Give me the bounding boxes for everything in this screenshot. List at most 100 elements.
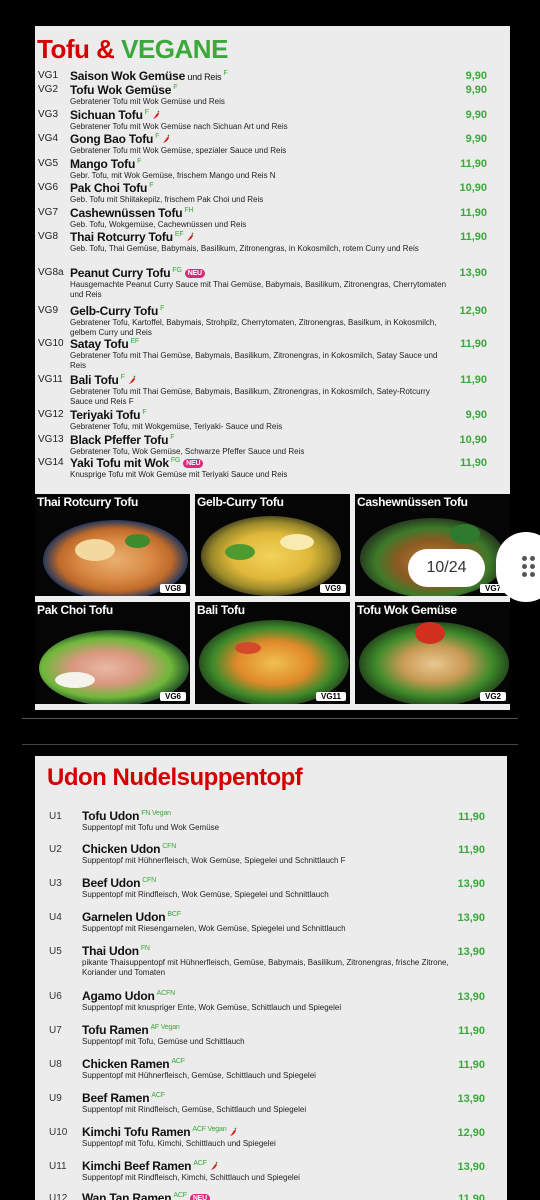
item-name: Thai Rotcurry Tofu EF bbox=[70, 230, 195, 244]
chili-pepper-icon bbox=[152, 110, 160, 119]
item-code: VG1 bbox=[38, 70, 59, 81]
allergen-codes: CFN bbox=[162, 843, 177, 850]
item-name-text: Tofu Udon bbox=[82, 809, 140, 823]
more-vert-dots-icon[interactable] bbox=[522, 556, 536, 578]
item-description: Suppentopf mit Tofu und Wok Gemüse bbox=[82, 823, 220, 832]
item-name: Thai Udon FN bbox=[82, 944, 150, 958]
item-code: U1 bbox=[49, 811, 62, 822]
photo-tag: VG9 bbox=[319, 584, 346, 593]
item-name-text: Gong Bao Tofu bbox=[70, 132, 154, 146]
item-code: VG5 bbox=[38, 158, 59, 169]
item-name: Garnelen Udon BCF bbox=[82, 910, 181, 924]
allergen-codes: EF bbox=[174, 231, 184, 238]
allergen-codes: ACF bbox=[151, 1092, 165, 1099]
item-description: Geb. Tofu mit Shiitakepilz, frischem Pak… bbox=[70, 195, 264, 204]
allergen-codes: FG bbox=[172, 267, 182, 274]
page-divider bbox=[22, 718, 518, 719]
item-description: Gebratener Tofu mit Thai Gemüse, Babymai… bbox=[70, 351, 438, 370]
item-price: 13,90 bbox=[457, 1093, 485, 1105]
item-name: Sichuan Tofu F bbox=[70, 108, 161, 122]
photo-title: Pak Choi Tofu bbox=[37, 603, 113, 617]
item-name: Black Pfeffer Tofu F bbox=[70, 433, 174, 447]
item-name-text: Sichuan Tofu bbox=[70, 108, 143, 122]
item-code: VG13 bbox=[38, 434, 64, 445]
item-price: 13,90 bbox=[459, 267, 487, 279]
item-price: 11,90 bbox=[460, 207, 487, 219]
item-description: Gebratener Tofu mit Wok Gemüse, speziale… bbox=[70, 146, 287, 155]
photo-gelb-curry-tofu[interactable]: Gelb-Curry Tofu VG9 bbox=[195, 494, 350, 596]
allergen-codes: FN bbox=[140, 945, 150, 952]
item-price: 12,90 bbox=[457, 1127, 485, 1139]
item-code: U11 bbox=[49, 1161, 67, 1172]
item-name-text: Kimchi Beef Ramen bbox=[82, 1159, 192, 1173]
photo-bali-tofu[interactable]: Bali Tofu VG11 bbox=[195, 602, 350, 704]
item-code: VG8a bbox=[38, 267, 64, 278]
item-description: Suppentopf mit knuspriger Ente, Wok Gemü… bbox=[82, 1003, 342, 1012]
item-name-text: Thai Udon bbox=[82, 944, 139, 958]
photo-tofu-wok-gemuese[interactable]: Tofu Wok Gemüse VG2 bbox=[355, 602, 510, 704]
photo-thai-rotcurry-tofu[interactable]: Thai Rotcurry Tofu VG8 bbox=[35, 494, 190, 596]
item-description: Suppentopf mit Rindfleisch, Wok Gemüse, … bbox=[82, 890, 329, 899]
allergen-codes: F bbox=[137, 158, 142, 165]
item-name: Mango Tofu F bbox=[70, 157, 141, 171]
new-badge: NEU bbox=[189, 1194, 211, 1200]
item-name: Kimchi Tofu Ramen ACF Vegan bbox=[82, 1125, 238, 1139]
photo-title: Tofu Wok Gemüse bbox=[357, 603, 457, 617]
item-description: Hausgemachte Peanut Curry Sauce mit Thai… bbox=[70, 280, 447, 299]
item-name: Beef Ramen ACF bbox=[82, 1091, 165, 1105]
photo-title: Cashewnüssen Tofu bbox=[357, 495, 468, 509]
item-name: Wan Tan Ramen ACF NEU bbox=[82, 1191, 211, 1200]
photo-tag: VG11 bbox=[315, 692, 346, 701]
item-name: Teriyaki Tofu F bbox=[70, 408, 147, 422]
item-name: Chicken Ramen ACF bbox=[82, 1057, 185, 1071]
photo-tag: VG8 bbox=[159, 584, 186, 593]
item-name-text: Saison Wok Gemüse bbox=[70, 69, 186, 83]
allergen-codes: ACF bbox=[173, 1192, 187, 1199]
allergen-codes: F bbox=[170, 434, 175, 441]
item-price: 11,90 bbox=[460, 231, 487, 243]
item-code: VG11 bbox=[38, 374, 63, 385]
item-code: VG12 bbox=[38, 409, 64, 420]
item-price: 11,90 bbox=[460, 158, 487, 170]
item-name-text: Agamo Udon bbox=[82, 989, 155, 1003]
item-description: Suppentopf mit Tofu, Kimchi, Schittlauch… bbox=[82, 1139, 276, 1148]
item-name-text: Thai Rotcurry Tofu bbox=[70, 230, 173, 244]
allergen-codes: BCF bbox=[167, 911, 181, 918]
item-price: 9,90 bbox=[465, 70, 487, 82]
item-description: Geb. Tofu, Wokgemüse, Cachewnüssen und R… bbox=[70, 220, 247, 229]
item-price: 13,90 bbox=[457, 912, 485, 924]
allergen-codes: F bbox=[173, 84, 178, 91]
item-code: U9 bbox=[49, 1093, 62, 1104]
item-description: Knusprige Tofu mit Wok Gemüse mit Teriya… bbox=[70, 470, 288, 479]
item-name-text: Satay Tofu bbox=[70, 337, 129, 351]
new-badge: NEU bbox=[183, 459, 204, 468]
item-code: U7 bbox=[49, 1025, 62, 1036]
chili-pepper-icon bbox=[128, 375, 136, 384]
item-code: VG8 bbox=[38, 231, 59, 242]
item-description: Gebr. Tofu, mit Wok Gemüse, frischem Man… bbox=[70, 171, 276, 180]
item-code: U12 bbox=[49, 1193, 68, 1200]
item-name-text: Chicken Ramen bbox=[82, 1057, 170, 1071]
item-description: Gebratener Tofu mit Thai Gemüse, Babymai… bbox=[70, 387, 430, 406]
item-description: Geb. Tofu, Thai Gemüse, Babymais, Basili… bbox=[70, 244, 419, 253]
new-badge: NEU bbox=[184, 269, 205, 278]
item-code: VG4 bbox=[38, 133, 59, 144]
item-name: Tofu Ramen AF Vegan bbox=[82, 1023, 180, 1037]
chili-pepper-icon bbox=[210, 1161, 218, 1170]
page-title: Tofu & VEGANE bbox=[37, 34, 228, 64]
item-code: VG7 bbox=[38, 207, 59, 218]
item-description: Suppentopf mit Hühnerfleisch, Gemüse, Sc… bbox=[82, 1071, 316, 1080]
photo-pak-choi-tofu[interactable]: Pak Choi Tofu VG6 bbox=[35, 602, 190, 704]
item-price: 11,90 bbox=[458, 1059, 485, 1071]
item-name-text: Garnelen Udon bbox=[82, 910, 166, 924]
item-price: 9,90 bbox=[465, 84, 487, 96]
item-name: Cashewnüssen Tofu FH bbox=[70, 206, 194, 220]
chili-pepper-icon bbox=[230, 1127, 237, 1136]
item-price: 11,90 bbox=[460, 338, 487, 350]
item-name: Saison Wok Gemüse und Reis F bbox=[70, 69, 228, 83]
chili-pepper-icon bbox=[187, 232, 194, 241]
item-name-text: Pak Choi Tofu bbox=[70, 181, 148, 195]
item-description: Suppentopf mit Riesengarnelen, Wok Gemüs… bbox=[82, 924, 346, 933]
allergen-codes: F bbox=[142, 409, 147, 416]
photo-title: Gelb-Curry Tofu bbox=[197, 495, 284, 509]
